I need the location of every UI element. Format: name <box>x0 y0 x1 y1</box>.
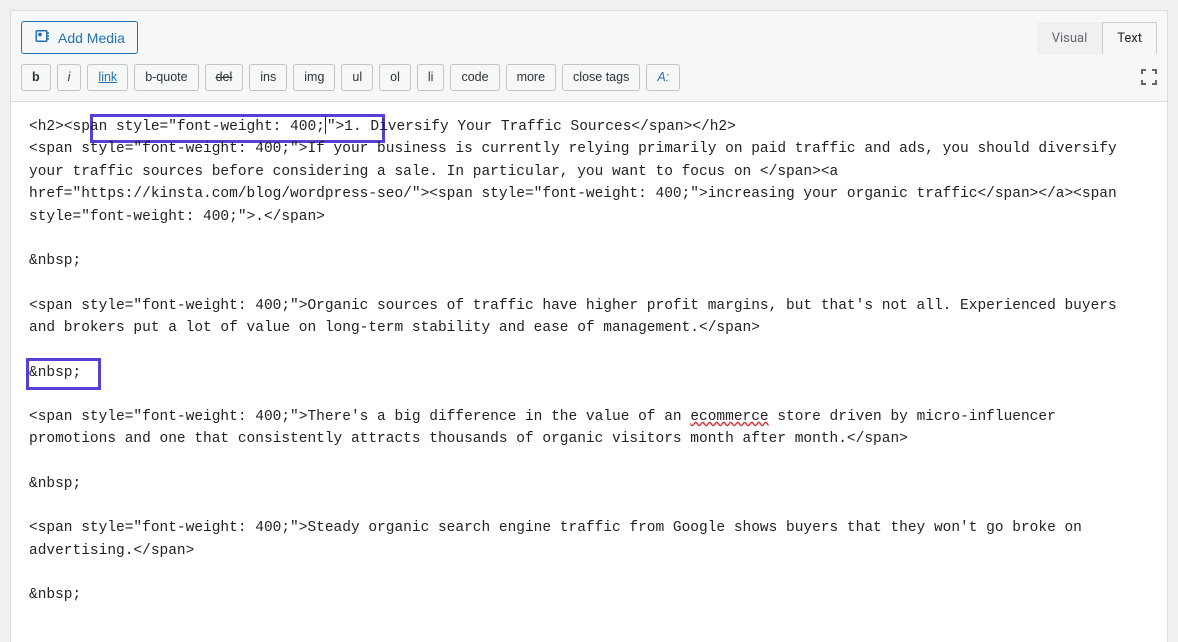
code-text: <span style="font-weight: 400;">If your … <box>29 141 1117 224</box>
qt-code[interactable]: code <box>450 64 499 91</box>
spellcheck-word: ecommerce <box>690 409 768 425</box>
qt-link[interactable]: link <box>87 64 128 91</box>
code-text: <h2> <box>29 119 64 135</box>
qt-del[interactable]: del <box>205 64 244 91</box>
qt-bold[interactable]: b <box>21 64 51 91</box>
tab-visual[interactable]: Visual <box>1037 22 1103 54</box>
qt-img[interactable]: img <box>293 64 335 91</box>
qt-li[interactable]: li <box>417 64 445 91</box>
tab-text[interactable]: Text <box>1102 22 1157 54</box>
editor-mode-tabs: Visual Text <box>1037 22 1157 54</box>
qt-a[interactable]: A: <box>646 64 680 91</box>
html-text-editor[interactable]: <h2><span style="font-weight: 400;">1. D… <box>11 102 1167 642</box>
quicktags-toolbar: b i link b-quote del ins img ul ol li co… <box>11 58 1167 102</box>
qt-bquote[interactable]: b-quote <box>134 64 198 91</box>
content-nbsp-1: &nbsp; <box>29 250 1149 272</box>
content-block-1: <h2><span style="font-weight: 400;">1. D… <box>29 116 1149 228</box>
qt-ol[interactable]: ol <box>379 64 411 91</box>
fullscreen-icon[interactable] <box>1141 69 1157 85</box>
media-icon <box>34 27 52 48</box>
content-block-4: <span style="font-weight: 400;">Steady o… <box>29 517 1149 562</box>
content-nbsp-4: &nbsp; <box>29 584 1149 606</box>
code-text: <span style="font-weight: 400;">There's … <box>29 409 690 425</box>
qt-more[interactable]: more <box>506 64 556 91</box>
media-toolbar: Add Media Visual Text <box>11 11 1167 58</box>
content-nbsp-3: &nbsp; <box>29 473 1149 495</box>
code-text: <span style="font-weight: 400; <box>64 119 325 135</box>
add-media-button[interactable]: Add Media <box>21 21 138 54</box>
text-caret <box>325 116 326 134</box>
classic-editor: Add Media Visual Text b i link b-quote d… <box>10 10 1168 642</box>
qt-ul[interactable]: ul <box>341 64 373 91</box>
code-text: ">1. Diversify Your Traffic Sources</spa… <box>327 119 736 135</box>
qt-closetags[interactable]: close tags <box>562 64 640 91</box>
add-media-label: Add Media <box>58 30 125 46</box>
content-block-2: <span style="font-weight: 400;">Organic … <box>29 295 1149 340</box>
content-nbsp-2: &nbsp; <box>29 362 1149 384</box>
qt-ins[interactable]: ins <box>249 64 287 91</box>
content-block-3: <span style="font-weight: 400;">There's … <box>29 406 1149 451</box>
qt-italic[interactable]: i <box>57 64 82 91</box>
